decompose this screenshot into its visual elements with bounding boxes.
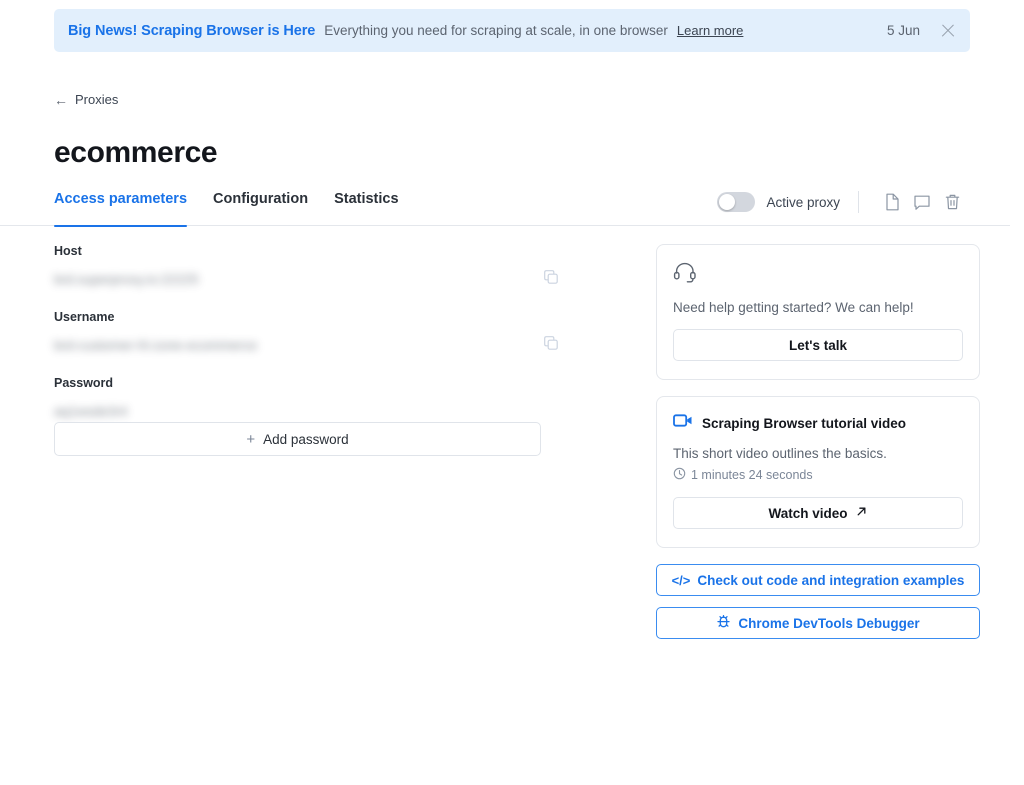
video-card-description: This short video outlines the basics. <box>673 446 963 461</box>
copy-icon[interactable] <box>543 335 559 356</box>
active-proxy-label: Active proxy <box>766 195 840 210</box>
trash-icon[interactable] <box>939 189 965 215</box>
field-value-row: brd.superproxy.io:22225 <box>54 268 541 290</box>
add-password-button[interactable]: + Add password <box>54 422 541 456</box>
tabs-bar: Access parameters Configuration Statisti… <box>0 186 1010 226</box>
watch-video-label: Watch video <box>768 506 847 521</box>
active-proxy-toggle[interactable] <box>717 192 755 212</box>
right-sidebar: Need help getting started? We can help! … <box>656 244 980 650</box>
arrow-left-icon: ← <box>54 93 68 107</box>
clock-icon <box>673 467 686 483</box>
field-label: Username <box>54 310 541 324</box>
username-value: brd-customer-hl-zone-ecommerce <box>54 338 257 353</box>
announcement-banner: Big News! Scraping Browser is Here Every… <box>54 9 970 52</box>
banner-date: 5 Jun <box>887 23 920 38</box>
field-label: Host <box>54 244 541 258</box>
close-icon[interactable] <box>940 23 956 39</box>
watch-video-button[interactable]: Watch video <box>673 497 963 529</box>
video-duration-label: 1 minutes 24 seconds <box>691 468 813 482</box>
bug-icon <box>716 614 731 632</box>
app-page: Big News! Scraping Browser is Here Every… <box>0 0 1024 785</box>
tutorial-video-card: Scraping Browser tutorial video This sho… <box>656 396 980 548</box>
tab-statistics[interactable]: Statistics <box>334 186 398 226</box>
password-value: aq1wsde3r4 <box>54 404 128 419</box>
access-parameters-fields: Host brd.superproxy.io:22225 Username br… <box>54 244 541 442</box>
lets-talk-button[interactable]: Let's talk <box>673 329 963 361</box>
video-duration: 1 minutes 24 seconds <box>673 467 963 483</box>
video-card-header: Scraping Browser tutorial video <box>673 413 963 433</box>
breadcrumb[interactable]: ← Proxies <box>54 92 118 107</box>
add-password-label: Add password <box>263 432 349 447</box>
code-examples-label: Check out code and integration examples <box>697 573 964 588</box>
field-password: Password aq1wsde3r4 <box>54 376 541 422</box>
devtools-debugger-button[interactable]: Chrome DevTools Debugger <box>656 607 980 639</box>
banner-description: Everything you need for scraping at scal… <box>324 23 668 38</box>
toggle-knob <box>719 194 735 210</box>
video-camera-icon <box>673 413 693 433</box>
help-card-text: Need help getting started? We can help! <box>673 300 963 315</box>
field-label: Password <box>54 376 541 390</box>
comment-icon[interactable] <box>909 189 935 215</box>
document-icon[interactable] <box>879 189 905 215</box>
field-username: Username brd-customer-hl-zone-ecommerce <box>54 310 541 356</box>
copy-icon[interactable] <box>543 269 559 290</box>
code-icon: </> <box>672 573 691 588</box>
lets-talk-label: Let's talk <box>789 338 847 353</box>
field-value-row: brd-customer-hl-zone-ecommerce <box>54 334 541 356</box>
tab-access-parameters[interactable]: Access parameters <box>54 186 187 226</box>
tabs-actions: Active proxy <box>717 189 965 215</box>
devtools-debugger-label: Chrome DevTools Debugger <box>738 616 919 631</box>
external-arrow-icon <box>855 505 868 521</box>
help-card: Need help getting started? We can help! … <box>656 244 980 380</box>
host-value: brd.superproxy.io:22225 <box>54 272 199 287</box>
field-value-row: aq1wsde3r4 <box>54 400 541 422</box>
breadcrumb-label: Proxies <box>75 92 118 107</box>
tab-configuration[interactable]: Configuration <box>213 186 308 226</box>
banner-learn-more-link[interactable]: Learn more <box>677 23 743 38</box>
code-examples-button[interactable]: </> Check out code and integration examp… <box>656 564 980 596</box>
plus-icon: + <box>246 432 255 447</box>
video-card-title: Scraping Browser tutorial video <box>702 416 906 431</box>
divider <box>858 191 859 213</box>
field-host: Host brd.superproxy.io:22225 <box>54 244 541 290</box>
headset-icon <box>673 261 963 288</box>
tab-list: Access parameters Configuration Statisti… <box>54 186 399 226</box>
page-title: ecommerce <box>54 136 217 170</box>
banner-title: Big News! Scraping Browser is Here <box>68 23 315 39</box>
